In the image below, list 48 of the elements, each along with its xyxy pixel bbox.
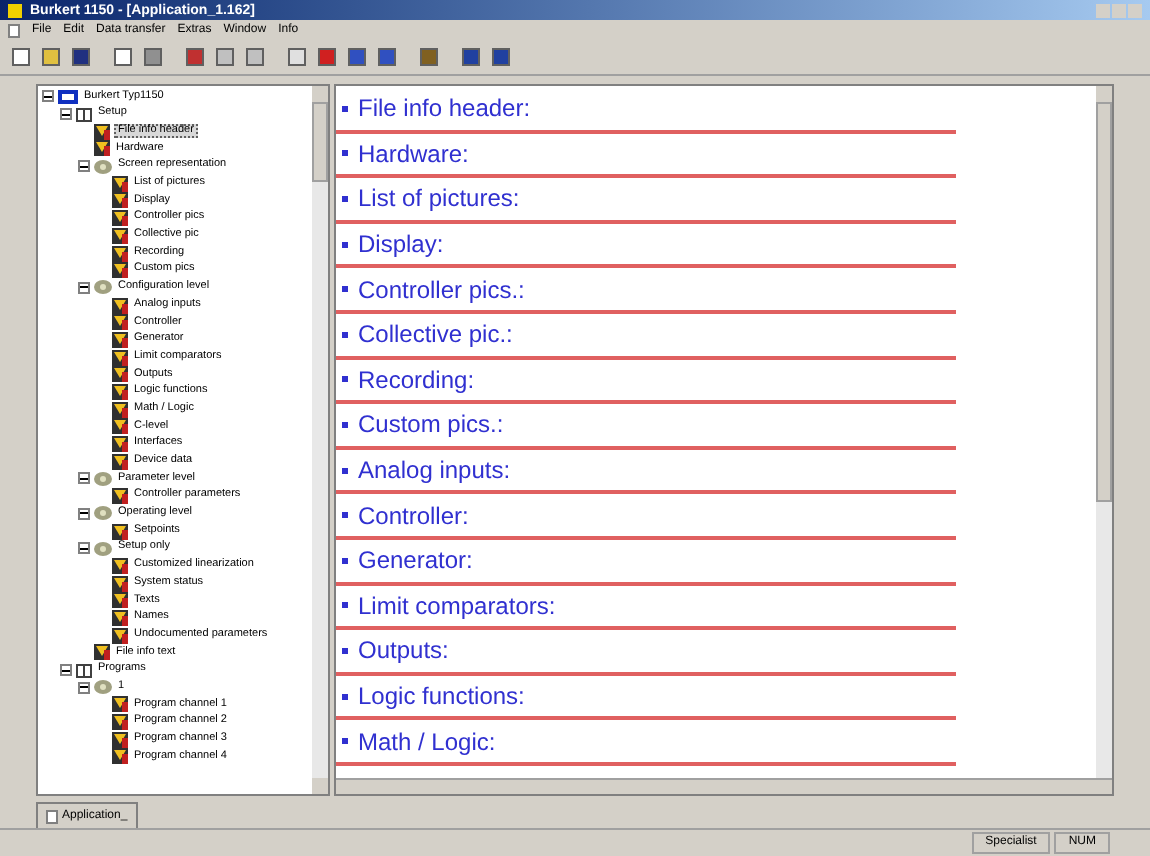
section-heading: File info header: [358,96,531,121]
bullet-icon [342,150,348,157]
section-heading: Limit comparators: [358,593,556,618]
collapse-icon[interactable] [60,108,72,121]
document-icon [8,23,20,37]
section-heading: List of pictures: [358,186,520,211]
collapse-icon[interactable] [78,472,90,485]
section-heading: Custom pics.: [358,412,504,437]
bullet-icon [342,421,348,428]
book-icon [76,663,92,678]
section-heading: Controller pics.: [358,277,525,302]
section-heading: Recording: [358,367,475,392]
collapse-icon[interactable] [78,160,90,173]
section-heading: Collective pic.: [358,322,513,347]
section-heading: Generator: [358,548,473,573]
bullet-icon [342,241,348,248]
collapse-icon[interactable] [78,681,90,694]
app-icon [8,3,22,17]
vertical-scrollbar[interactable] [1096,86,1112,778]
bullet-icon [342,331,348,338]
collapse-icon[interactable] [78,281,90,294]
bullet-icon [342,195,348,202]
bullet-icon [342,286,348,293]
bullet-icon [342,512,348,519]
bullet-icon [342,467,348,474]
computer-icon [58,89,78,104]
bullet-icon [342,557,348,564]
section-heading: Logic functions: [358,684,525,709]
collapse-icon[interactable] [78,507,90,520]
bullet-icon [342,602,348,609]
vertical-scrollbar[interactable] [312,86,328,794]
section-heading: Controller: [358,503,469,528]
collapse-icon[interactable] [42,90,54,103]
bullet-icon [342,693,348,700]
bullet-icon [342,376,348,383]
section-heading: Analog inputs: [358,458,511,483]
bullet-icon [342,105,348,112]
collapse-icon[interactable] [60,664,72,677]
document-icon [46,809,58,823]
section-heading: Outputs: [358,638,449,663]
section-heading: Math / Logic: [358,729,496,754]
book-icon [76,107,92,122]
horizontal-scrollbar[interactable] [336,778,1112,794]
bullet-icon [342,647,348,654]
section-heading: Hardware: [358,141,469,166]
bullet-icon [342,738,348,745]
collapse-icon[interactable] [78,542,90,555]
section-heading: Display: [358,232,444,257]
